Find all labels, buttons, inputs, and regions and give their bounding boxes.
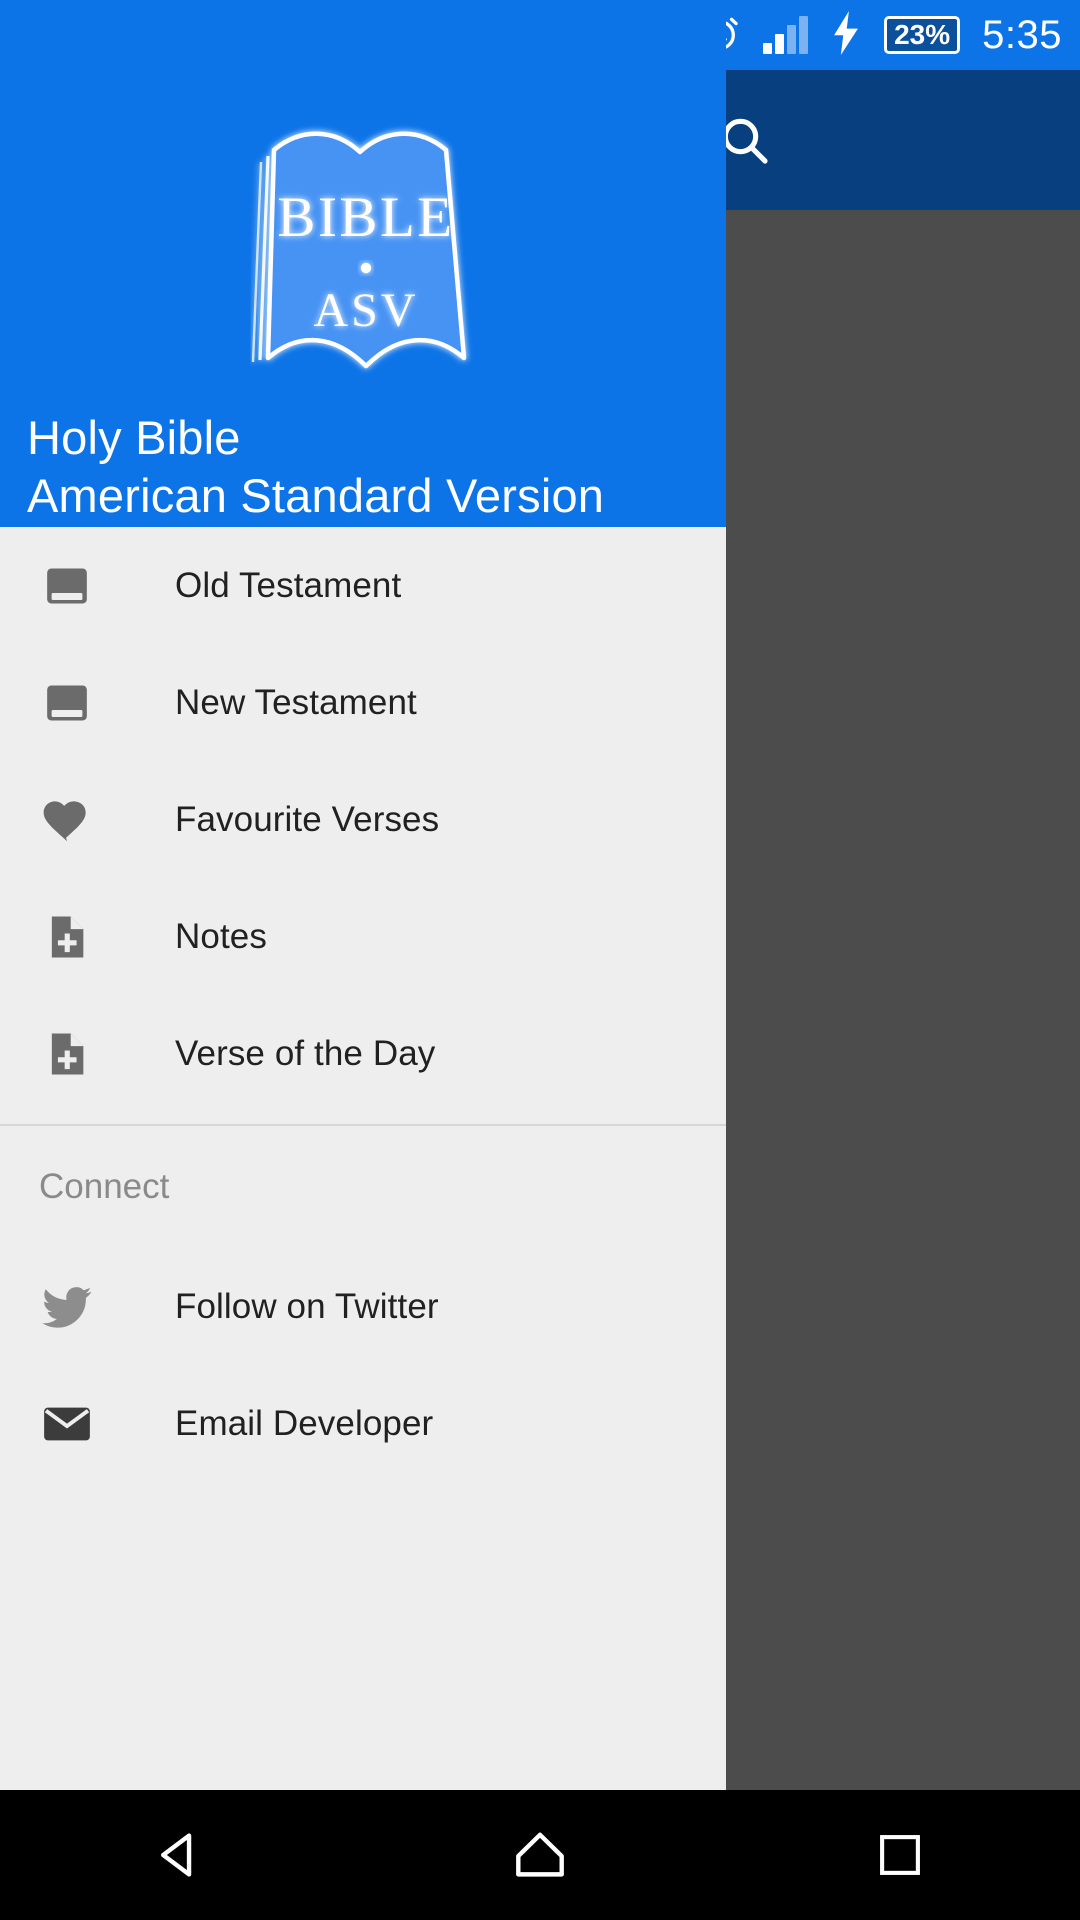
drawer-section-connect-header: Connect (0, 1126, 726, 1248)
sidebar-item-follow-on-twitter[interactable]: Follow on Twitter (0, 1248, 726, 1365)
navigation-drawer: BIBLE ASV Holy Bible American Standard V… (0, 0, 726, 1790)
drawer-title-line1: Holy Bible (27, 411, 241, 464)
battery-percent-badge: 23% (884, 15, 961, 55)
home-button[interactable] (480, 1790, 600, 1920)
svg-text:BIBLE: BIBLE (277, 186, 454, 249)
sidebar-item-favourite-verses[interactable]: Favourite Verses (0, 761, 726, 878)
note-add-icon (39, 909, 95, 965)
sidebar-item-label: New Testament (175, 682, 417, 722)
book-icon (39, 675, 95, 731)
sidebar-item-email-developer[interactable]: Email Developer (0, 1365, 726, 1482)
sidebar-item-notes[interactable]: Notes (0, 878, 726, 995)
sidebar-item-label: Email Developer (175, 1403, 434, 1443)
drawer-menu: Old Testament New Testament Favourite Ve… (0, 527, 726, 1482)
sidebar-item-old-testament[interactable]: Old Testament (0, 527, 726, 644)
sidebar-item-new-testament[interactable]: New Testament (0, 644, 726, 761)
sidebar-item-label: Verse of the Day (175, 1033, 436, 1073)
heart-icon (39, 792, 95, 848)
sidebar-item-label: Favourite Verses (175, 799, 440, 839)
status-bar-right-icons: 23% 5:35 (699, 0, 1062, 70)
recents-button[interactable] (840, 1790, 960, 1920)
sidebar-item-label: Notes (175, 916, 267, 956)
signal-bars-icon (763, 16, 809, 54)
status-bar-clock: 5:35 (982, 12, 1062, 57)
drawer-title-line2: American Standard Version (27, 469, 605, 522)
note-add-icon (39, 1026, 95, 1082)
drawer-title: Holy Bible American Standard Version (27, 409, 604, 525)
sidebar-item-label: Old Testament (175, 565, 402, 605)
android-screen: 23% 5:35 BIBLE ASV Holy Bible American S… (0, 0, 1080, 1920)
system-navigation-bar (0, 1790, 1080, 1920)
email-envelope-icon (39, 1396, 95, 1452)
book-icon (39, 558, 95, 614)
sidebar-item-verse-of-the-day[interactable]: Verse of the Day (0, 995, 726, 1112)
drawer-header: BIBLE ASV Holy Bible American Standard V… (0, 0, 726, 527)
sidebar-item-label: Follow on Twitter (175, 1286, 439, 1326)
section-title: Connect (39, 1167, 170, 1206)
twitter-bird-icon (39, 1279, 95, 1335)
svg-text:ASV: ASV (313, 284, 418, 337)
back-button[interactable] (120, 1790, 240, 1920)
bible-asv-shield-logo: BIBLE ASV (228, 108, 504, 388)
charging-bolt-icon (830, 10, 862, 60)
